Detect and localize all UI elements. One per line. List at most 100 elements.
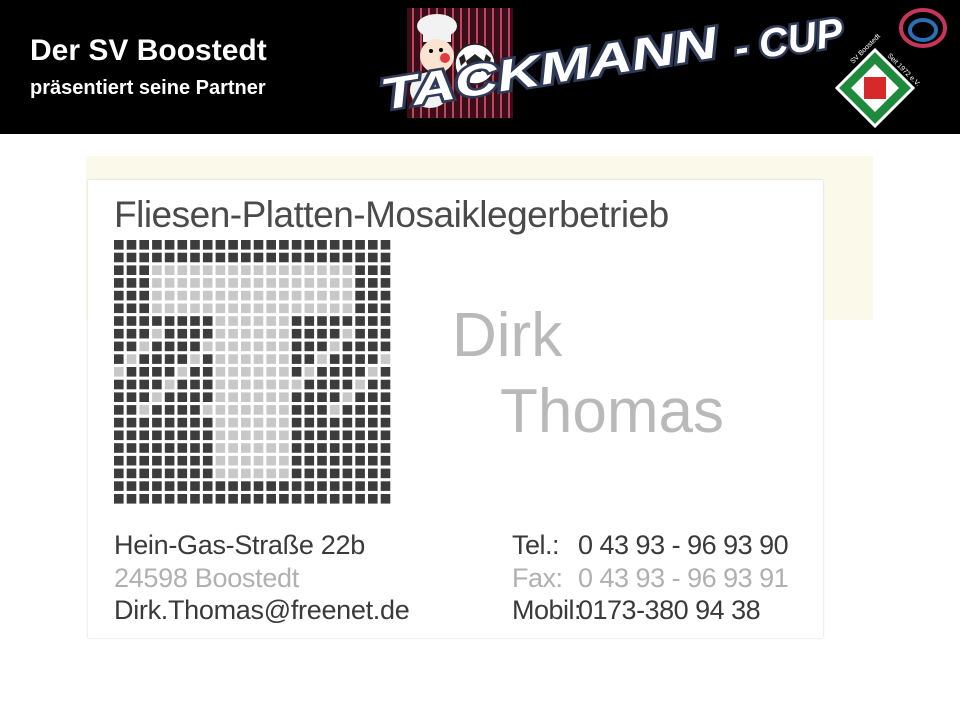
mosaic-tile (279, 278, 289, 288)
mosaic-tile (266, 494, 276, 504)
mosaic-tile (177, 354, 188, 364)
mosaic-tile (342, 468, 353, 479)
mosaic-tile (152, 367, 162, 377)
mosaic-tile (291, 316, 302, 326)
mosaic-tile (291, 443, 302, 453)
mosaic-tile (342, 278, 353, 288)
mosaic-tile (266, 367, 276, 377)
mosaic-tile (266, 379, 276, 390)
mosaic-tile (253, 240, 264, 250)
mosaic-tile (266, 481, 276, 491)
mosaic-tile (291, 481, 302, 491)
mosaic-tile (329, 455, 340, 466)
mosaic-tile (342, 392, 353, 402)
mosaic-tile (114, 379, 124, 390)
mosaic-tile (368, 455, 378, 466)
mosaic-tile (215, 354, 226, 364)
mosaic-tile (139, 252, 149, 263)
mosaic-tile (126, 290, 137, 301)
mosaic-tile (139, 265, 149, 275)
mosaic-tile (380, 405, 391, 415)
mosaic-tile (152, 303, 162, 314)
card-tel: Tel.: 0 43 93 - 96 93 90 (512, 530, 789, 561)
mobile-number: 0173-380 94 38 (578, 595, 761, 625)
mosaic-tile (114, 405, 124, 415)
mosaic-tile (177, 417, 188, 428)
mosaic-tile (164, 240, 175, 250)
mosaic-tile (329, 278, 340, 288)
mosaic-tile (152, 290, 162, 301)
mosaic-tile (253, 494, 264, 504)
mosaic-tile (152, 430, 162, 441)
mosaic-tile (190, 430, 200, 441)
mosaic-tile (342, 354, 353, 364)
mosaic-tile (228, 252, 238, 263)
mosaic-tile (368, 278, 378, 288)
mosaic-tile (241, 341, 251, 352)
mosaic-tile (152, 405, 162, 415)
mosaic-tile (190, 354, 200, 364)
mosaic-tile (368, 430, 378, 441)
mosaic-tile (368, 354, 378, 364)
mosaic-tile (228, 367, 238, 377)
mosaic-tile (291, 303, 302, 314)
mosaic-tile (342, 367, 353, 377)
mosaic-tile (253, 481, 264, 491)
mosaic-tile (126, 328, 137, 339)
mosaic-tile (253, 392, 264, 402)
mosaic-tile (291, 379, 302, 390)
mosaic-tile (164, 494, 175, 504)
mosaic-tile (355, 367, 365, 377)
mosaic-tile (355, 494, 365, 504)
mosaic-tile (279, 468, 289, 479)
mosaic-tile (368, 417, 378, 428)
mosaic-tile (202, 240, 213, 250)
mosaic-tile (228, 417, 238, 428)
card-city: 24598 Boostedt (114, 563, 299, 593)
mosaic-tile (190, 278, 200, 288)
mosaic-tile (228, 443, 238, 453)
mosaic-tile (368, 481, 378, 491)
mosaic-tile (253, 367, 264, 377)
mosaic-tile (304, 354, 315, 364)
mosaic-tile (317, 481, 327, 491)
mosaic-tile (253, 455, 264, 466)
mosaic-tile (279, 405, 289, 415)
mosaic-tile (304, 494, 315, 504)
mosaic-tile (368, 392, 378, 402)
mosaic-tile (215, 252, 226, 263)
mosaic-tile (202, 494, 213, 504)
mosaic-tile (241, 240, 251, 250)
mosaic-tile (355, 316, 365, 326)
mosaic-tile (253, 354, 264, 364)
mosaic-tile (126, 405, 137, 415)
mosaic-tile (126, 430, 137, 441)
mosaic-tile (279, 265, 289, 275)
mosaic-tile (355, 303, 365, 314)
mosaic-tile (139, 354, 149, 364)
mosaic-tile (266, 278, 276, 288)
mosaic-tile (304, 417, 315, 428)
card-email[interactable]: Dirk.Thomas@freenet.de (114, 595, 410, 626)
mosaic-tile (266, 265, 276, 275)
mosaic-tile (152, 455, 162, 466)
mosaic-tile (329, 494, 340, 504)
mosaic-tile (190, 367, 200, 377)
mosaic-tile (355, 328, 365, 339)
mosaic-tile (241, 290, 251, 301)
mosaic-tile (126, 481, 137, 491)
mosaic-tile (114, 341, 124, 352)
mosaic-tile (380, 328, 391, 339)
mosaic-tile (202, 252, 213, 263)
mosaic-tile (279, 392, 289, 402)
mosaic-tile (355, 240, 365, 250)
mosaic-tile (368, 316, 378, 326)
mosaic-tile (202, 341, 213, 352)
mosaic-tile (380, 290, 391, 301)
mosaic-tile (114, 443, 124, 453)
mosaic-tile (126, 468, 137, 479)
mosaic-tile (317, 316, 327, 326)
mosaic-tile (342, 316, 353, 326)
mosaic-tile (304, 303, 315, 314)
mosaic-tile (279, 303, 289, 314)
